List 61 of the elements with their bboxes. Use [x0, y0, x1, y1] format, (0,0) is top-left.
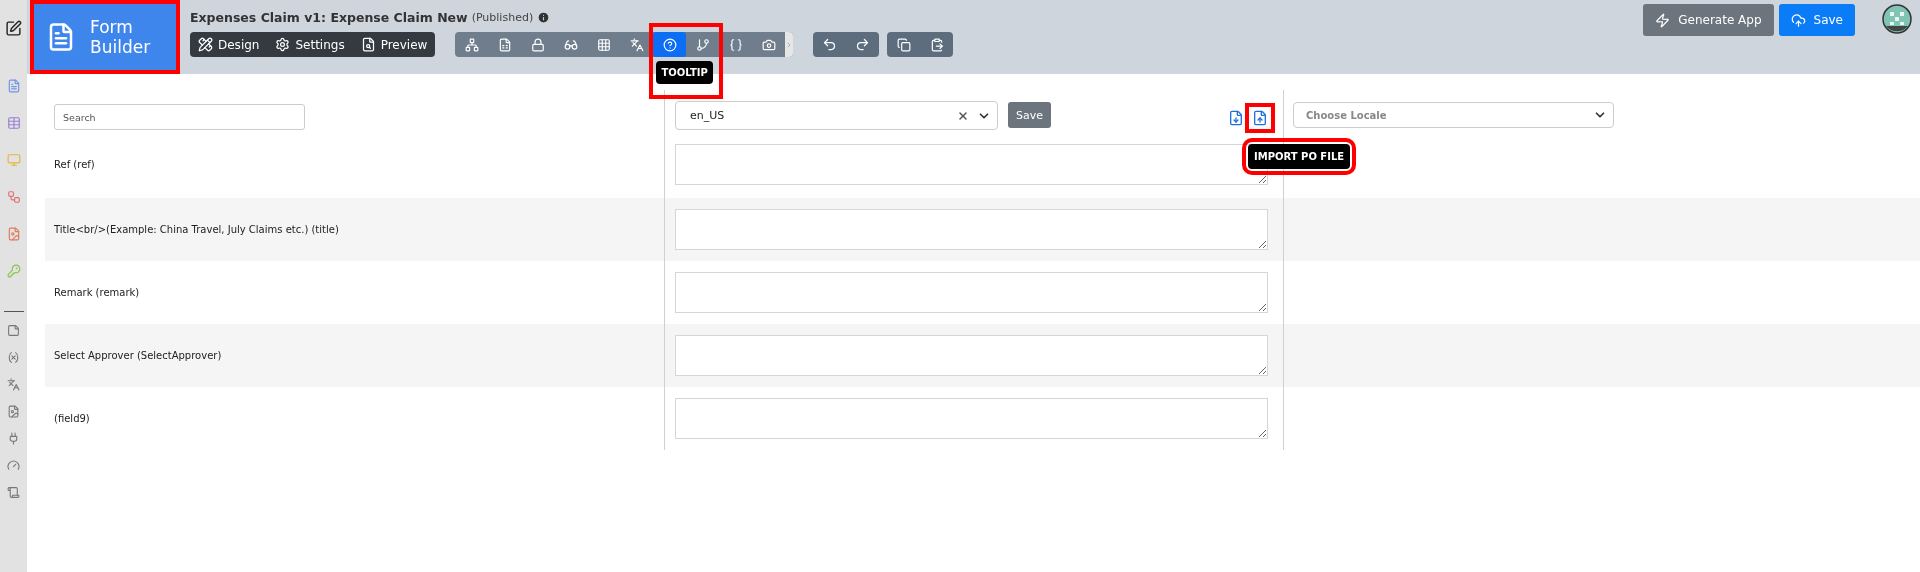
- mode-tab[interactable]: Design: [190, 32, 268, 57]
- translation-field[interactable]: [675, 335, 1268, 376]
- clipboard-icon: [929, 37, 944, 52]
- translation-field[interactable]: [675, 209, 1268, 250]
- translation-field[interactable]: [675, 398, 1268, 439]
- field-label: Title<br/>(Example: China Travel, July Claims etc.) (title): [54, 224, 339, 235]
- edit-icon[interactable]: [5, 20, 22, 37]
- field-label: Select Approver (SelectApprover): [54, 350, 222, 361]
- redo-icon: [855, 37, 871, 52]
- design-icon: [198, 37, 213, 52]
- braces-icon: [728, 37, 743, 52]
- info-icon[interactable]: [537, 11, 551, 24]
- lock-icon: [530, 37, 545, 52]
- export-file-button[interactable]: [1228, 110, 1244, 126]
- publish-status: (Published): [471, 11, 534, 24]
- gauge-icon[interactable]: [7, 459, 20, 472]
- translation-field[interactable]: [675, 272, 1268, 313]
- generate-button[interactable]: Generate App: [1643, 4, 1774, 36]
- plug-icon[interactable]: [7, 432, 20, 445]
- target-locale-select[interactable]: Choose Locale: [1293, 102, 1614, 128]
- help-icon: [662, 37, 677, 52]
- field-label: Ref (ref): [54, 158, 95, 170]
- field-label: Remark (remark): [54, 287, 140, 298]
- form-title: Expenses Claim v1: Expense Claim New: [190, 10, 468, 25]
- search-field[interactable]: Search: [54, 104, 305, 130]
- grid-icon: [596, 37, 611, 52]
- cloud-upload-icon: [1790, 12, 1806, 28]
- logo-tile[interactable]: Form Builder: [30, 0, 180, 74]
- form-icon: [497, 37, 512, 52]
- variable-icon[interactable]: [7, 351, 20, 364]
- save-button[interactable]: Save: [1778, 4, 1855, 36]
- glasses-icon: [563, 37, 578, 52]
- image-file-icon[interactable]: [7, 405, 20, 418]
- undo-icon: [822, 37, 838, 52]
- lightning-icon: [1655, 12, 1671, 28]
- translate-icon[interactable]: [7, 378, 20, 391]
- camera-icon: [761, 37, 776, 52]
- locale-select[interactable]: en_US: [675, 101, 998, 130]
- toolbar-button[interactable]: [653, 32, 687, 57]
- tooltip: TOOLTIP: [656, 61, 713, 84]
- document-icon[interactable]: [6, 79, 21, 93]
- table-icon[interactable]: [6, 116, 21, 130]
- hierarchy-icon: [464, 37, 479, 52]
- file-upload-icon: [1252, 110, 1268, 126]
- file-download-icon: [1228, 110, 1244, 126]
- app-title: Form Builder: [90, 16, 152, 58]
- settings-icon: [275, 37, 291, 52]
- field-label: (field9): [54, 413, 90, 424]
- workflow-icon[interactable]: [6, 190, 21, 204]
- mode-tab[interactable]: Preview: [352, 32, 436, 57]
- preview-icon: [360, 37, 376, 52]
- scroll-icon[interactable]: [7, 486, 20, 499]
- save-locale-button[interactable]: Save: [1008, 102, 1051, 128]
- clear-icon[interactable]: [957, 109, 969, 122]
- avatar[interactable]: [1882, 4, 1912, 34]
- branch-icon: [695, 37, 710, 52]
- translate-icon: [629, 37, 644, 52]
- mode-tab[interactable]: Settings: [267, 32, 353, 57]
- copy-icon: [896, 37, 911, 52]
- note-icon[interactable]: [7, 324, 20, 337]
- image-file-icon[interactable]: [6, 227, 21, 241]
